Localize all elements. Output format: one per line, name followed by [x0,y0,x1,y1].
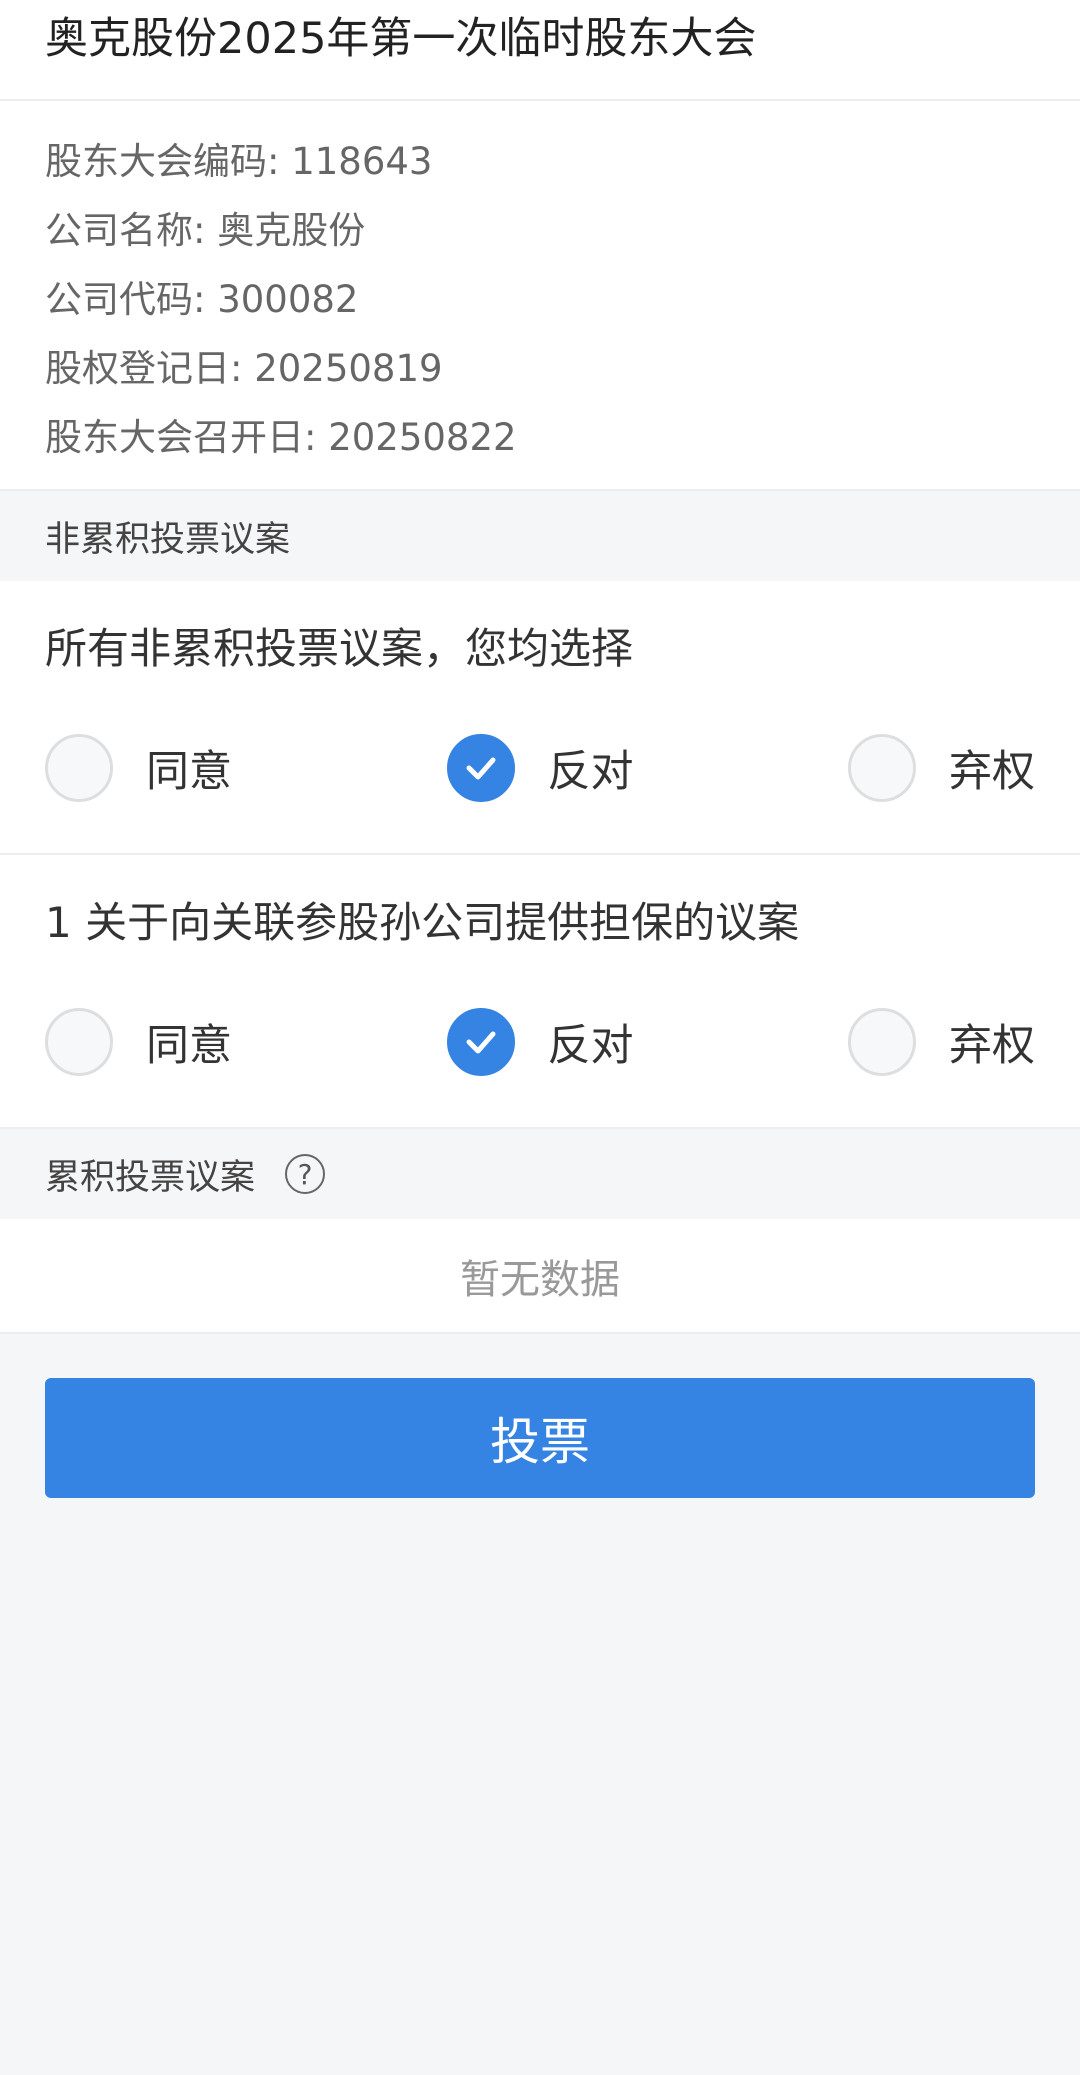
page-header: 奥克股份2025年第一次临时股东大会 [0,0,1080,101]
option-label: 同意 [146,747,232,797]
non-cumulative-section-header: 非累积投票议案 [0,491,1080,581]
meeting-info: 股东大会编码: 118643 公司名称: 奥克股份 公司代码: 300082 股… [0,101,1080,491]
check-icon [466,757,495,780]
option-oppose[interactable]: 反对 [446,734,634,802]
option-abstain[interactable]: 弃权 [848,734,1035,802]
proposal-title: 所有非累积投票议案，您均选择 [45,624,634,673]
proposal-title: 1 关于向关联参股孙公司提供担保的议案 [45,898,800,947]
radio-icon[interactable] [848,734,916,802]
proposal-1: 1 关于向关联参股孙公司提供担保的议案 同意 反对 弃权 [0,855,1080,1129]
radio-icon[interactable] [848,1008,916,1076]
meeting-date: 股东大会召开日: 20250822 [45,416,517,459]
option-agree[interactable]: 同意 [45,1008,232,1076]
proposal-all: 所有非累积投票议案，您均选择 同意 反对 弃权 [0,581,1080,855]
vote-options: 同意 反对 弃权 [45,949,1035,1127]
radio-icon[interactable] [446,734,515,802]
record-date: 股权登记日: 20250819 [45,347,443,390]
option-label: 同意 [146,1021,232,1071]
meeting-code: 股东大会编码: 118643 [45,140,433,183]
cumulative-section-header: 累积投票议案 ? [0,1129,1080,1219]
cumulative-section-title: 累积投票议案 [45,1157,256,1198]
radio-icon[interactable] [446,1008,515,1076]
vote-button[interactable]: 投票 [45,1378,1035,1498]
option-agree[interactable]: 同意 [45,734,232,802]
radio-icon[interactable] [45,734,113,802]
option-oppose[interactable]: 反对 [446,1008,634,1076]
vote-options: 同意 反对 弃权 [45,675,1035,853]
empty-state: 暂无数据 [0,1219,1080,1334]
option-label: 反对 [547,747,634,797]
option-label: 弃权 [949,1021,1035,1071]
option-label: 弃权 [949,747,1035,797]
vote-area: 投票 [0,1334,1080,1498]
radio-icon[interactable] [45,1008,113,1076]
check-icon [466,1031,495,1054]
option-abstain[interactable]: 弃权 [848,1008,1035,1076]
page-title: 奥克股份2025年第一次临时股东大会 [45,13,757,64]
non-cumulative-section-title: 非累积投票议案 [45,519,291,560]
company-name: 公司名称: 奥克股份 [45,209,366,252]
question-circle-icon[interactable]: ? [285,1154,326,1194]
company-code: 公司代码: 300082 [45,278,359,321]
option-label: 反对 [547,1021,634,1071]
